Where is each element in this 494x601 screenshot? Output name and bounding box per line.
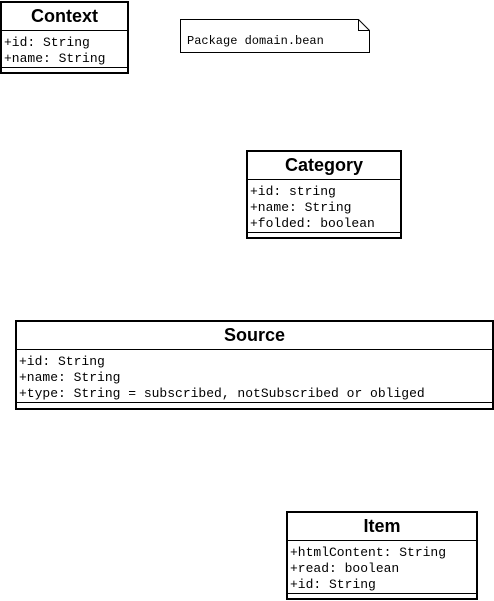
attribute: +name: String bbox=[19, 370, 121, 385]
attribute: +type: String = subscribed, notSubscribe… bbox=[19, 386, 425, 401]
class-name: Context bbox=[2, 3, 127, 31]
attribute-compartment: +htmlContent: String +read: boolean +id:… bbox=[288, 541, 476, 594]
attribute: +id: string bbox=[250, 184, 336, 199]
attribute: +name: String bbox=[4, 51, 106, 66]
attribute-compartment: +id: String +name: String bbox=[2, 31, 127, 68]
class-name: Item bbox=[288, 513, 476, 541]
class-category[interactable]: Category +id: string +name: String +fold… bbox=[246, 150, 402, 239]
class-name: Category bbox=[248, 152, 400, 180]
class-item[interactable]: Item +htmlContent: String +read: boolean… bbox=[286, 511, 478, 600]
attribute-compartment: +id: string +name: String +folded: boole… bbox=[248, 180, 400, 233]
attribute: +id: String bbox=[4, 35, 90, 50]
attribute: +folded: boolean bbox=[250, 216, 375, 231]
package-note[interactable]: Package domain.bean bbox=[180, 19, 370, 53]
attribute: +id: String bbox=[290, 577, 376, 592]
operation-compartment bbox=[248, 233, 400, 240]
class-context[interactable]: Context +id: String +name: String bbox=[0, 1, 129, 74]
operation-compartment bbox=[2, 68, 127, 75]
note-text: Package domain.bean bbox=[187, 34, 324, 48]
class-name: Source bbox=[17, 322, 492, 350]
attribute: +name: String bbox=[250, 200, 352, 215]
attribute: +htmlContent: String bbox=[290, 545, 447, 560]
attribute: +id: String bbox=[19, 354, 105, 369]
class-source[interactable]: Source +id: String +name: String +type: … bbox=[15, 320, 494, 410]
attribute: +read: boolean bbox=[290, 561, 400, 576]
attribute-compartment: +id: String +name: String +type: String … bbox=[17, 350, 492, 403]
operation-compartment bbox=[17, 403, 492, 410]
